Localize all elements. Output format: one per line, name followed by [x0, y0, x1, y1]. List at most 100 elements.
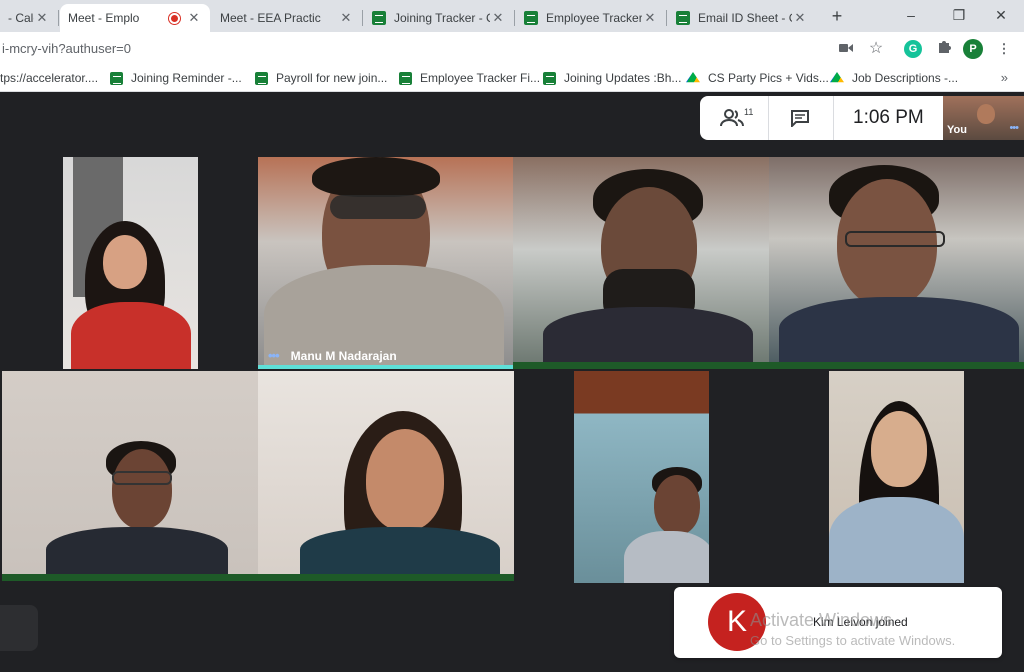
glasses [112, 471, 172, 485]
tab-employee-tracker[interactable]: Employee Tracker ✕ [516, 4, 666, 32]
more-options-icon[interactable]: ••• [268, 348, 280, 363]
tab-label: Meet - EEA Practic [220, 11, 321, 25]
tab-label: Joining Tracker - C [394, 11, 490, 25]
close-tab-icon[interactable]: ✕ [792, 10, 808, 26]
tab-divider [666, 10, 667, 26]
torso [300, 527, 500, 574]
self-label: You [947, 124, 967, 136]
participant-tile[interactable] [829, 371, 964, 583]
bookmark-item[interactable]: Joining Updates :Bh... [543, 71, 681, 85]
close-tab-icon[interactable]: ✕ [642, 10, 658, 26]
participant-video [63, 157, 198, 369]
face [103, 235, 147, 289]
url-field[interactable]: i-mcry-vih?authuser=0 [2, 41, 131, 56]
sheets-icon [524, 11, 538, 25]
more-options-icon[interactable]: ••• [1009, 122, 1019, 134]
tab-label: Email ID Sheet - G [698, 11, 792, 25]
restore-button[interactable]: ❐ [936, 0, 982, 30]
close-tab-icon[interactable]: ✕ [490, 10, 506, 26]
tab-joining-tracker[interactable]: Joining Tracker - C ✕ [364, 4, 514, 32]
browser-menu-icon[interactable]: ⋮ [994, 39, 1014, 59]
tab-divider [58, 10, 59, 26]
profile-avatar[interactable]: P [963, 39, 983, 59]
bookmark-star-icon[interactable]: ☆ [866, 39, 886, 59]
new-tab-button[interactable]: + [826, 5, 848, 27]
bookmark-item[interactable]: CS Party Pics + Vids... [686, 71, 829, 85]
chat-icon [791, 110, 809, 127]
bookmark-item[interactable]: Joining Reminder -... [110, 71, 242, 85]
bookmark-label: tps://accelerator.... [0, 71, 99, 85]
speaking-indicator [258, 365, 513, 369]
more-bookmarks-button[interactable]: » [1001, 70, 1008, 85]
glasses [845, 231, 945, 247]
self-head [977, 104, 995, 124]
divider [768, 96, 769, 140]
bookmarks-bar: tps://accelerator.... Joining Reminder -… [0, 66, 1024, 92]
participant-tile-active[interactable]: ••• Manu M Nadarajan [258, 157, 513, 369]
participant-name-text: Manu M Nadarajan [290, 348, 397, 363]
face [654, 475, 700, 535]
sheets-icon [110, 71, 123, 85]
bookmark-label: CS Party Pics + Vids... [708, 71, 829, 85]
bookmark-item[interactable]: Employee Tracker Fi... [399, 71, 540, 85]
address-bar: i-mcry-vih?authuser=0 ☆ G P ⋮ [0, 32, 1024, 66]
tab-email-id-sheet[interactable]: Email ID Sheet - G ✕ [668, 4, 816, 32]
participants-button[interactable]: 11 [720, 96, 753, 140]
drive-icon [686, 72, 700, 83]
close-tab-icon[interactable]: ✕ [34, 10, 50, 26]
participant-tile[interactable] [2, 371, 258, 574]
close-tab-icon[interactable]: ✕ [338, 10, 354, 26]
tab-meet-employee[interactable]: Meet - Emplo ✕ [60, 4, 210, 32]
bookmark-label: Employee Tracker Fi... [420, 71, 541, 85]
participant-tile[interactable] [769, 157, 1024, 362]
bookmark-label: Joining Updates :Bh... [564, 71, 682, 85]
active-row-bar [2, 574, 514, 581]
close-window-button[interactable]: ✕ [978, 0, 1024, 30]
self-view-tile[interactable]: You ••• [943, 96, 1024, 140]
face [366, 429, 444, 531]
bookmark-item[interactable]: Job Descriptions -... [830, 71, 958, 85]
bookmark-item[interactable]: Payroll for new join... [255, 71, 387, 85]
sheets-icon [372, 11, 386, 25]
sunglasses [330, 195, 426, 219]
tab-divider [362, 10, 363, 26]
minimize-button[interactable]: – [888, 0, 934, 30]
torso [46, 527, 228, 574]
tab-meet-eea[interactable]: Meet - EEA Practic ✕ [212, 4, 362, 32]
grammarly-icon[interactable]: G [904, 40, 922, 58]
participant-count: 11 [744, 107, 754, 117]
face [871, 411, 927, 487]
clock: 1:06 PM [853, 107, 924, 128]
torso [543, 307, 753, 362]
tab-label: - Cale [8, 11, 34, 25]
activation-watermark-title: Activate Windows [750, 610, 893, 630]
hair [312, 157, 440, 197]
close-tab-icon[interactable]: ✕ [186, 10, 202, 26]
extensions-icon[interactable] [934, 39, 954, 59]
tab-label: Meet - Emplo [68, 11, 140, 25]
sheets-icon [543, 71, 556, 85]
side-panel-button[interactable] [0, 605, 38, 651]
torso [779, 297, 1019, 362]
tab-strip: - Cale ✕ Meet - Emplo ✕ Meet - EEA Pract… [0, 0, 1024, 32]
sheets-icon [399, 71, 412, 85]
participant-name: ••• Manu M Nadarajan [268, 348, 397, 363]
chat-button[interactable] [790, 96, 810, 140]
bookmark-item[interactable]: tps://accelerator.... [0, 71, 98, 85]
participant-tile[interactable] [574, 371, 709, 583]
tab-label: Employee Tracker [546, 11, 642, 25]
torso [624, 531, 709, 583]
participant-tile[interactable] [513, 157, 769, 362]
people-icon [720, 109, 744, 127]
bookmark-label: Joining Reminder -... [131, 71, 242, 85]
participant-tile[interactable] [258, 371, 514, 574]
recording-icon [169, 12, 180, 24]
active-row-bar [513, 362, 1024, 369]
camera-icon[interactable] [836, 39, 856, 59]
sheets-icon [255, 71, 268, 85]
divider [833, 96, 834, 140]
bookmark-label: Payroll for new join... [276, 71, 388, 85]
tab-calendar[interactable]: - Cale ✕ [0, 4, 58, 32]
meet-call-area: 11 1:06 PM You ••• ••• Manu M Nadarajan [0, 92, 1024, 672]
participant-tile[interactable] [0, 157, 258, 369]
